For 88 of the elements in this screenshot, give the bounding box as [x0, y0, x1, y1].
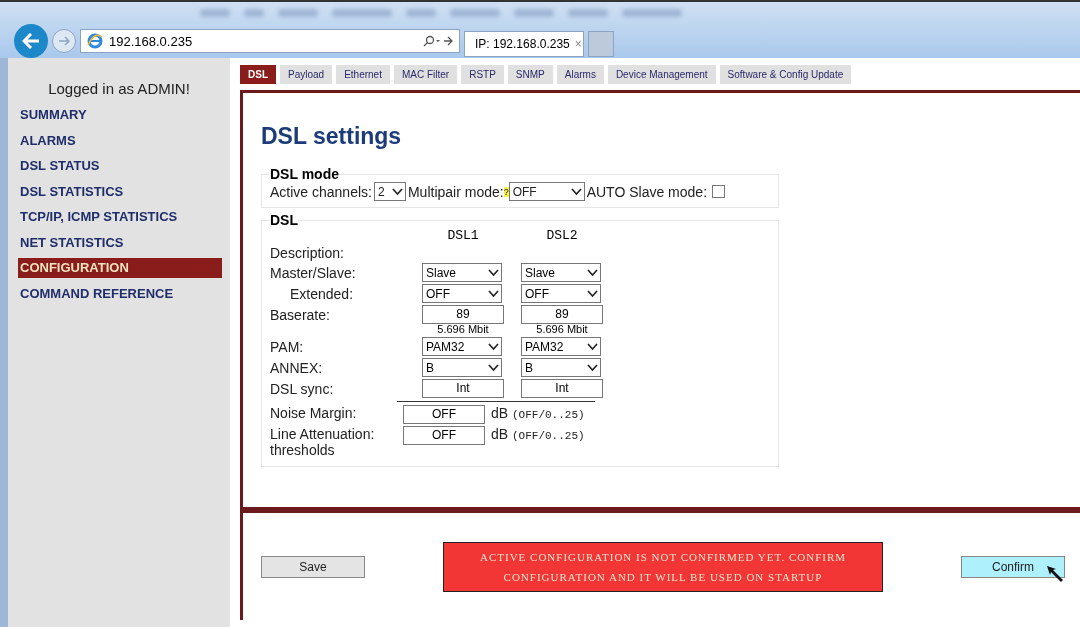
new-tab-button[interactable] — [588, 31, 614, 57]
arrow-right-icon — [58, 36, 70, 46]
chevron-down-icon — [570, 187, 582, 196]
tab[interactable]: Payload — [280, 65, 333, 84]
nav-link[interactable]: COMMAND REFERENCE — [18, 283, 222, 304]
checkbox[interactable] — [712, 185, 726, 198]
field-label: Baserate: — [270, 306, 331, 323]
nav-link[interactable]: SUMMARY — [18, 105, 222, 125]
nav-link[interactable]: DSL STATISTICS — [18, 181, 222, 202]
tab[interactable]: Alarms — [556, 65, 604, 84]
select-field[interactable]: Slave — [521, 263, 601, 282]
nav-link[interactable]: DSL STATUS — [18, 156, 222, 176]
nav-link[interactable]: ALARMS — [18, 130, 222, 151]
arrow-left-icon — [22, 33, 40, 49]
chevron-down-icon — [488, 342, 499, 351]
back-button[interactable] — [14, 24, 48, 58]
chevron-down-icon — [587, 289, 598, 298]
chevron-down-icon — [587, 268, 598, 277]
input-field[interactable]: 89 — [521, 305, 603, 324]
login-status: Logged in as ADMIN! — [47, 79, 191, 99]
nav-link[interactable]: NET STATISTICS — [18, 232, 222, 253]
tab[interactable]: Software & Config Update — [719, 65, 852, 84]
blurred-toolbar-icon[interactable] — [568, 9, 608, 17]
blurred-toolbar-icon[interactable] — [406, 9, 436, 17]
field-label: Line Attenuation: thresholds — [270, 426, 376, 458]
field-label: Active channels: — [270, 183, 372, 200]
tab[interactable]: RSTP — [461, 65, 504, 84]
chevron-down-icon — [488, 363, 499, 372]
field-label: Noise Margin: — [270, 405, 358, 421]
input-field[interactable]: Int — [521, 379, 603, 398]
tab[interactable]: SNMP — [507, 65, 553, 84]
blurred-toolbar-icon[interactable] — [278, 9, 318, 17]
fieldset-legend: DSL mode — [270, 166, 339, 182]
confirm-button[interactable]: Confirm — [961, 555, 1065, 578]
tab[interactable]: DSL — [240, 65, 276, 84]
field-label: Multipair mode: — [407, 183, 504, 200]
blurred-toolbar-icon[interactable] — [200, 9, 230, 17]
field-label: PAM: — [270, 338, 305, 355]
field-label: ANNEX: — [270, 359, 324, 376]
blurred-toolbar-icon[interactable] — [514, 9, 554, 17]
nav-link[interactable]: CONFIGURATION — [18, 258, 222, 278]
select-field[interactable]: 2 — [373, 182, 406, 201]
unit-range-text: dB (OFF/0..25) — [491, 405, 586, 421]
select-field[interactable]: Slave — [422, 263, 502, 282]
select-field[interactable]: B — [422, 358, 502, 377]
select-field[interactable]: PAM32 — [422, 337, 502, 356]
select-field[interactable]: PAM32 — [521, 337, 601, 356]
chevron-down-icon — [587, 342, 598, 351]
blurred-toolbar-icon[interactable] — [622, 9, 682, 17]
help-mark[interactable]: ? — [503, 186, 509, 197]
select-field[interactable]: OFF — [422, 284, 502, 303]
chevron-down-icon — [391, 187, 403, 196]
page-title: DSL settings — [261, 123, 403, 150]
rate-note: 5.696 Mbit — [436, 323, 490, 335]
tab[interactable]: MAC Filter — [393, 65, 458, 84]
blurred-toolbar-icon[interactable] — [332, 9, 392, 17]
tab[interactable]: Device Management — [607, 65, 716, 84]
input-field[interactable]: 89 — [422, 305, 504, 324]
rate-note: 5.696 Mbit — [535, 323, 589, 335]
field-label: Master/Slave: — [270, 264, 357, 281]
chevron-down-icon — [587, 363, 598, 372]
tab[interactable]: Ethernet — [336, 65, 390, 84]
input-field[interactable]: Int — [422, 379, 504, 398]
select-field[interactable]: OFF — [508, 182, 585, 201]
fieldset-legend: DSL — [270, 212, 298, 228]
unit-range-text: dB (OFF/0..25) — [491, 426, 586, 442]
browser-logo-icon — [87, 33, 103, 49]
column-heading: DSL2 — [545, 228, 579, 243]
blurred-toolbar-icon[interactable] — [244, 9, 264, 17]
input-field[interactable]: OFF — [403, 426, 485, 445]
field-label: Description: — [270, 245, 345, 261]
save-button[interactable]: Save — [261, 555, 365, 578]
forward-button[interactable] — [52, 29, 76, 53]
column-heading: DSL1 — [446, 228, 480, 243]
input-field[interactable]: OFF — [403, 405, 485, 424]
browser-tab[interactable]: IP: 192.168.0.235 × — [464, 31, 584, 57]
chevron-down-icon — [488, 289, 499, 298]
field-label: DSL sync: — [270, 380, 335, 397]
field-label: AUTO Slave mode: — [586, 183, 708, 200]
blurred-toolbar-icon[interactable] — [450, 9, 500, 17]
address-bar[interactable]: 192.168.0.235 — [80, 29, 460, 53]
chevron-down-icon — [488, 268, 499, 277]
select-field[interactable]: OFF — [521, 284, 601, 303]
warning-banner: ACTIVE CONFIGURATION IS NOT CONFIRMED YET. CONFIRM CONFIGURATION AND IT WILL BE USED ON STARTUP — [443, 541, 883, 592]
select-field[interactable]: B — [521, 358, 601, 377]
field-label: Extended: — [289, 285, 355, 302]
search-icon — [423, 35, 453, 47]
nav-link[interactable]: TCP/IP, ICMP STATISTICS — [18, 207, 222, 227]
